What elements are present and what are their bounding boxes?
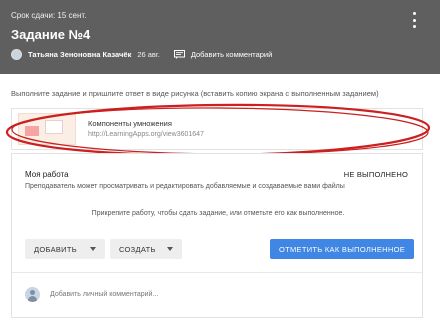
author-row: Татьяна Зеноновна Казачёк 26 авг. Добави… <box>11 47 272 61</box>
add-class-comment-link[interactable]: Добавить комментарий <box>191 50 272 59</box>
private-comment-input[interactable]: Добавить личный комментарий... <box>50 291 158 298</box>
assignment-instructions: Выполните задание и пришлите ответ в вид… <box>11 89 379 98</box>
divider <box>12 272 422 273</box>
mark-as-done-button[interactable]: ОТМЕТИТЬ КАК ВЫПОЛНЕННОЕ <box>270 239 414 259</box>
attachment-title[interactable]: Компоненты умножения <box>88 119 172 128</box>
attachment-url[interactable]: http://LearningApps.org/view3601647 <box>88 131 204 138</box>
my-work-title: Моя работа <box>25 170 69 179</box>
comment-icon[interactable] <box>173 49 185 59</box>
chevron-down-icon <box>90 247 96 251</box>
author-name: Татьяна Зеноновна Казачёк <box>28 49 132 59</box>
assignment-title: Задание №4 <box>11 27 91 42</box>
chevron-down-icon <box>167 247 173 251</box>
create-button[interactable]: СОЗДАТЬ <box>110 239 182 259</box>
create-button-label: СОЗДАТЬ <box>119 244 156 254</box>
post-date: 26 авг. <box>137 49 160 59</box>
status-badge: НЕ ВЫПОЛНЕНО <box>343 170 408 179</box>
assignment-header: Срок сдачи: 15 сент. Задание №4 Татьяна … <box>0 0 440 74</box>
author-avatar <box>11 48 22 60</box>
add-button[interactable]: ДОБАВИТЬ <box>25 239 105 259</box>
attachment-thumbnail <box>18 113 76 145</box>
add-button-label: ДОБАВИТЬ <box>34 244 77 254</box>
my-work-hint: Прикрепите работу, чтобы сдать задание, … <box>91 210 345 217</box>
attachment-card[interactable]: Компоненты умножения http://LearningApps… <box>11 108 423 150</box>
more-options-icon[interactable] <box>407 12 421 28</box>
due-date: Срок сдачи: 15 сент. <box>11 11 87 20</box>
user-avatar-icon <box>25 287 40 302</box>
my-work-description: Преподаватель может просматривать и реда… <box>25 183 345 190</box>
my-work-panel: Моя работа НЕ ВЫПОЛНЕНО Преподаватель мо… <box>11 153 423 318</box>
